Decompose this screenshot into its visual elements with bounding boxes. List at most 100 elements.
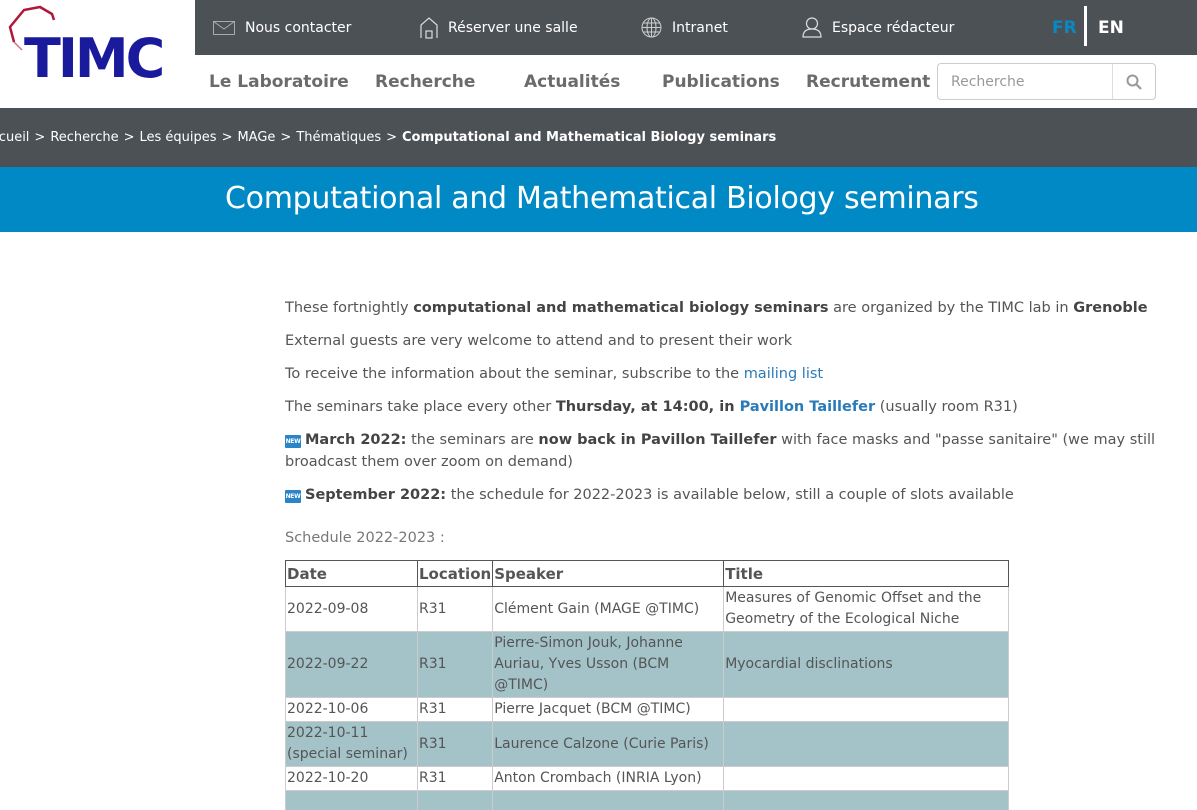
cell-location: R31 bbox=[416, 586, 494, 632]
search-button[interactable] bbox=[1112, 64, 1155, 99]
top-utility-bar: Nous contacter Réserver une salle Intran… bbox=[195, 0, 1197, 55]
breadcrumb-separator: > bbox=[386, 130, 398, 145]
cell-title bbox=[723, 790, 1009, 810]
user-icon bbox=[802, 17, 822, 38]
cell-title bbox=[723, 721, 1009, 767]
cell-title bbox=[723, 697, 1009, 722]
cell-location: R31 bbox=[416, 766, 494, 791]
contact-label: Nous contacter bbox=[245, 19, 352, 36]
cell-location bbox=[416, 790, 494, 810]
title-banner: Computational and Mathematical Biology s… bbox=[0, 167, 1197, 232]
breadcrumb-current: Computational and Mathematical Biology s… bbox=[402, 130, 777, 145]
breadcrumb-equipes[interactable]: Les équipes bbox=[140, 130, 217, 145]
table-row bbox=[285, 790, 1009, 810]
emphasis: now back in Pavillon Taillefer bbox=[538, 432, 777, 448]
breadcrumb-separator: > bbox=[280, 130, 292, 145]
breadcrumb-recherche[interactable]: Recherche bbox=[50, 130, 118, 145]
text: are organized by the TIMC lab in bbox=[828, 300, 1074, 316]
emphasis: Grenoble bbox=[1073, 300, 1148, 316]
book-room-label: Réserver une salle bbox=[448, 19, 578, 36]
cell-location: R31 bbox=[416, 697, 494, 722]
breadcrumb-thematiques[interactable]: Thématiques bbox=[296, 130, 381, 145]
text: the seminars are bbox=[406, 432, 539, 448]
nav-laboratoire[interactable]: Le Laboratoire bbox=[209, 55, 349, 108]
cell-speaker: Anton Crombach (INRIA Lyon) bbox=[492, 766, 725, 791]
svg-text:TIMC: TIMC bbox=[24, 27, 163, 90]
emphasis: Thursday, at 14:00, in bbox=[555, 399, 740, 415]
lang-en[interactable]: EN bbox=[1098, 0, 1124, 55]
header-location: Location bbox=[416, 560, 494, 587]
intro-paragraph-2: External guests are very welcome to atte… bbox=[285, 333, 793, 349]
intro-paragraph-3: To receive the information about the sem… bbox=[285, 363, 1197, 385]
search-input[interactable] bbox=[938, 64, 1112, 99]
schedule-table: Date Location Speaker Title 2022-09-08 R… bbox=[285, 560, 1009, 810]
cell-title: Myocardial disclinations bbox=[723, 631, 1009, 698]
text: To receive the information about the sem… bbox=[285, 366, 744, 382]
house-icon bbox=[420, 16, 438, 39]
header-date: Date bbox=[285, 560, 418, 587]
nav-recherche[interactable]: Recherche bbox=[375, 55, 475, 108]
editor-space-link[interactable]: Espace rédacteur bbox=[802, 0, 954, 55]
cell-date: 2022-10-06 bbox=[285, 697, 418, 722]
cell-location: R31 bbox=[416, 721, 494, 767]
breadcrumb-mage[interactable]: MAGe bbox=[237, 130, 275, 145]
page-title: Computational and Mathematical Biology s… bbox=[225, 181, 979, 216]
nav-recrutement[interactable]: Recrutement bbox=[806, 55, 930, 108]
emphasis: September 2022: bbox=[305, 487, 447, 503]
cell-speaker bbox=[492, 790, 725, 810]
table-row: 2022-09-08 R31 Clément Gain (MAGE @TIMC)… bbox=[285, 586, 1009, 632]
text: The seminars take place every other bbox=[285, 399, 556, 415]
schedule-label: Schedule 2022-2023 : bbox=[285, 530, 445, 546]
news-september-2022: NEW September 2022: the schedule for 2022… bbox=[285, 484, 1197, 506]
lang-fr[interactable]: FR bbox=[1052, 0, 1077, 55]
intro-paragraph-4: The seminars take place every other Thur… bbox=[285, 396, 1197, 418]
header-title: Title bbox=[723, 560, 1009, 587]
news-march-2022: NEW March 2022: the seminars are now back… bbox=[285, 429, 1190, 473]
table-row: 2022-09-22 R31 Pierre-Simon Jouk, Johann… bbox=[285, 631, 1009, 698]
breadcrumb-home[interactable]: Accueil bbox=[0, 130, 29, 145]
text: (usually room R31) bbox=[875, 399, 1018, 415]
intranet-link[interactable]: Intranet bbox=[641, 0, 728, 55]
cell-title: Measures of Genomic Offset and the Geome… bbox=[723, 586, 1009, 632]
cell-date: 2022-09-08 bbox=[285, 586, 418, 632]
timc-logo[interactable]: TIMC bbox=[0, 0, 195, 108]
text: These fortnightly bbox=[285, 300, 414, 316]
main-navigation: Le Laboratoire Recherche Actualités Publ… bbox=[195, 55, 1197, 108]
book-room-link[interactable]: Réserver une salle bbox=[420, 0, 578, 55]
table-row: 2022-10-20 R31 Anton Crombach (INRIA Lyo… bbox=[285, 766, 1009, 791]
cell-location: R31 bbox=[416, 631, 494, 698]
new-badge-icon: NEW bbox=[285, 490, 301, 503]
cell-date: 2022-09-22 bbox=[285, 631, 418, 698]
editor-space-label: Espace rédacteur bbox=[832, 19, 955, 36]
header-speaker: Speaker bbox=[492, 560, 725, 587]
cell-speaker: Pierre Jacquet (BCM @TIMC) bbox=[492, 697, 725, 722]
emphasis: computational and mathematical biology s… bbox=[413, 300, 829, 316]
timc-logo-icon: TIMC bbox=[8, 5, 164, 90]
breadcrumb: Accueil > Recherche > Les équipes > MAGe > T… bbox=[0, 108, 1197, 167]
table-row: 2022-10-06 R31 Pierre Jacquet (BCM @TIMC… bbox=[285, 697, 1009, 722]
cell-title bbox=[723, 766, 1009, 791]
intro-paragraph-1: These fortnightly computational and math… bbox=[285, 297, 1197, 319]
cell-date bbox=[285, 790, 418, 810]
breadcrumb-separator: > bbox=[221, 130, 233, 145]
table-header-row: Date Location Speaker Title bbox=[285, 560, 1009, 587]
main-content: These fortnightly computational and math… bbox=[285, 297, 1197, 810]
breadcrumb-separator: > bbox=[34, 130, 46, 145]
cell-speaker: Clément Gain (MAGE @TIMC) bbox=[492, 586, 725, 632]
emphasis: March 2022: bbox=[305, 432, 407, 448]
intranet-label: Intranet bbox=[672, 19, 728, 36]
text: the schedule for 2022-2023 is available … bbox=[446, 487, 1014, 503]
pavillon-taillefer-link[interactable]: Pavillon Taillefer bbox=[740, 399, 876, 415]
new-badge-icon: NEW bbox=[285, 435, 301, 448]
search-box bbox=[937, 63, 1156, 100]
cell-date: 2022-10-11 (special seminar) bbox=[285, 721, 418, 767]
cell-speaker: Pierre-Simon Jouk, Johanne Auriau, Yves … bbox=[492, 631, 725, 698]
contact-link[interactable]: Nous contacter bbox=[213, 0, 351, 55]
nav-publications[interactable]: Publications bbox=[662, 55, 780, 108]
mailing-list-link[interactable]: mailing list bbox=[744, 366, 823, 382]
mail-icon bbox=[213, 20, 235, 35]
globe-icon bbox=[641, 17, 662, 38]
nav-actualites[interactable]: Actualités bbox=[524, 55, 620, 108]
cell-speaker: Laurence Calzone (Curie Paris) bbox=[492, 721, 725, 767]
search-icon bbox=[1126, 74, 1142, 90]
